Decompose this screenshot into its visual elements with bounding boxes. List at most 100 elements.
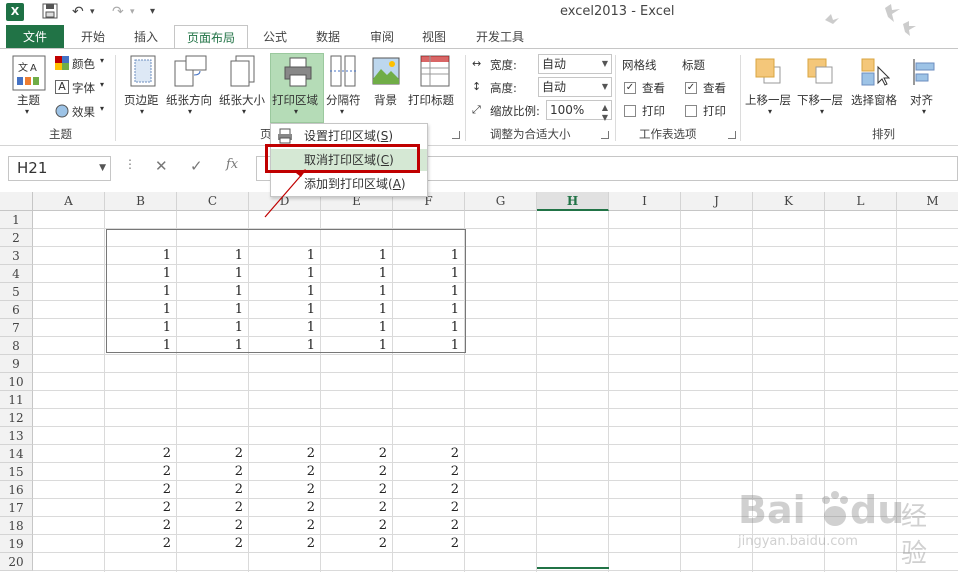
headings-view-checkbox[interactable]: ✓ bbox=[685, 82, 697, 94]
row-header-3[interactable]: 3 bbox=[0, 247, 33, 265]
selection-pane-button[interactable]: 选择窗格 bbox=[851, 92, 897, 108]
cell-f14[interactable]: 2 bbox=[393, 445, 465, 463]
row-header-7[interactable]: 7 bbox=[0, 319, 33, 337]
print-area-icon[interactable] bbox=[283, 57, 313, 87]
cell-c15[interactable]: 2 bbox=[177, 463, 249, 481]
column-header-b[interactable]: B bbox=[105, 192, 177, 211]
selection-pane-icon[interactable] bbox=[860, 57, 890, 87]
background-icon[interactable] bbox=[372, 57, 400, 85]
gridlines-print-checkbox[interactable] bbox=[624, 105, 636, 117]
scale-spinner[interactable]: 100% ▲ ▼ bbox=[546, 100, 612, 122]
background-button[interactable]: 背景 bbox=[374, 92, 397, 108]
save-icon[interactable] bbox=[42, 3, 58, 21]
tab-developer[interactable]: 开发工具 bbox=[464, 25, 536, 49]
breaks-icon[interactable] bbox=[330, 55, 356, 87]
orientation-dropdown-icon[interactable]: ▾ bbox=[188, 107, 192, 116]
column-header-m[interactable]: M bbox=[897, 192, 958, 211]
cell-f19[interactable]: 2 bbox=[393, 535, 465, 553]
size-dropdown-icon[interactable]: ▾ bbox=[242, 107, 246, 116]
cell-c17[interactable]: 2 bbox=[177, 499, 249, 517]
row-header-19[interactable]: 19 bbox=[0, 535, 33, 553]
select-all-corner[interactable] bbox=[0, 192, 33, 211]
fonts-icon[interactable]: A bbox=[55, 80, 69, 94]
size-button[interactable]: 纸张大小 bbox=[219, 92, 265, 108]
cell-e18[interactable]: 2 bbox=[321, 517, 393, 535]
row-header-16[interactable]: 16 bbox=[0, 481, 33, 499]
colors-icon[interactable] bbox=[55, 56, 69, 70]
headings-print-checkbox[interactable] bbox=[685, 105, 697, 117]
cell-d19[interactable]: 2 bbox=[249, 535, 321, 553]
cell-d18[interactable]: 2 bbox=[249, 517, 321, 535]
row-header-10[interactable]: 10 bbox=[0, 373, 33, 391]
themes-dropdown-icon[interactable]: ▾ bbox=[25, 107, 29, 116]
column-header-l[interactable]: L bbox=[825, 192, 897, 211]
tab-data[interactable]: 数据 bbox=[304, 25, 352, 49]
scale-launcher-icon[interactable] bbox=[601, 131, 609, 139]
bring-forward-icon[interactable] bbox=[754, 57, 782, 87]
row-header-11[interactable]: 11 bbox=[0, 391, 33, 409]
cell-b17[interactable]: 2 bbox=[105, 499, 177, 517]
row-header-12[interactable]: 12 bbox=[0, 409, 33, 427]
align-dropdown-icon[interactable]: ▾ bbox=[922, 107, 926, 116]
cell-b15[interactable]: 2 bbox=[105, 463, 177, 481]
row-header-4[interactable]: 4 bbox=[0, 265, 33, 283]
cell-b14[interactable]: 2 bbox=[105, 445, 177, 463]
send-backward-button[interactable]: 下移一层 bbox=[797, 92, 843, 108]
cell-c19[interactable]: 2 bbox=[177, 535, 249, 553]
margins-icon[interactable] bbox=[130, 55, 156, 87]
cell-b19[interactable]: 2 bbox=[105, 535, 177, 553]
gridlines-view-checkbox[interactable]: ✓ bbox=[624, 82, 636, 94]
print-area-button[interactable]: 打印区域 bbox=[272, 92, 318, 108]
tab-file[interactable]: 文件 bbox=[6, 25, 64, 49]
align-button[interactable]: 对齐 bbox=[910, 92, 933, 108]
size-icon[interactable] bbox=[230, 55, 256, 87]
orientation-icon[interactable] bbox=[174, 55, 208, 87]
cell-c16[interactable]: 2 bbox=[177, 481, 249, 499]
row-header-8[interactable]: 8 bbox=[0, 337, 33, 355]
row-header-9[interactable]: 9 bbox=[0, 355, 33, 373]
send-backward-icon[interactable] bbox=[806, 57, 834, 87]
row-header-2[interactable]: 2 bbox=[0, 229, 33, 247]
column-header-h[interactable]: H bbox=[537, 192, 609, 211]
cell-e16[interactable]: 2 bbox=[321, 481, 393, 499]
cell-d17[interactable]: 2 bbox=[249, 499, 321, 517]
cell-f17[interactable]: 2 bbox=[393, 499, 465, 517]
send-backward-dropdown-icon[interactable]: ▾ bbox=[820, 107, 824, 116]
sheet-options-launcher-icon[interactable] bbox=[728, 131, 736, 139]
bring-forward-button[interactable]: 上移一层 bbox=[745, 92, 791, 108]
breaks-button[interactable]: 分隔符 bbox=[326, 92, 361, 108]
row-header-14[interactable]: 14 bbox=[0, 445, 33, 463]
print-titles-icon[interactable] bbox=[420, 55, 450, 87]
cell-e19[interactable]: 2 bbox=[321, 535, 393, 553]
effects-button[interactable]: 效果 bbox=[72, 104, 95, 120]
enter-icon[interactable]: ✓ bbox=[190, 157, 203, 175]
colors-dropdown-icon[interactable]: ▾ bbox=[100, 56, 104, 65]
align-icon[interactable] bbox=[912, 57, 940, 87]
tab-insert[interactable]: 插入 bbox=[122, 25, 170, 49]
cell-d14[interactable]: 2 bbox=[249, 445, 321, 463]
themes-icon[interactable]: 文A bbox=[12, 55, 46, 91]
cell-b18[interactable]: 2 bbox=[105, 517, 177, 535]
margins-dropdown-icon[interactable]: ▾ bbox=[140, 107, 144, 116]
column-header-a[interactable]: A bbox=[33, 192, 105, 211]
colors-button[interactable]: 颜色 bbox=[72, 56, 95, 72]
column-header-j[interactable]: J bbox=[681, 192, 753, 211]
effects-icon[interactable] bbox=[55, 104, 69, 118]
tab-home[interactable]: 开始 bbox=[70, 25, 116, 49]
themes-button[interactable]: 主题 bbox=[17, 92, 40, 108]
cell-e17[interactable]: 2 bbox=[321, 499, 393, 517]
spin-down-icon[interactable]: ▼ bbox=[602, 109, 608, 127]
row-header-5[interactable]: 5 bbox=[0, 283, 33, 301]
bring-forward-dropdown-icon[interactable]: ▾ bbox=[768, 107, 772, 116]
row-header-17[interactable]: 17 bbox=[0, 499, 33, 517]
undo-dropdown-icon[interactable]: ▾ bbox=[90, 3, 95, 21]
fonts-button[interactable]: 字体 bbox=[72, 80, 95, 96]
print-titles-button[interactable]: 打印标题 bbox=[408, 92, 454, 108]
cell-e15[interactable]: 2 bbox=[321, 463, 393, 481]
fonts-dropdown-icon[interactable]: ▾ bbox=[100, 80, 104, 89]
tab-page-layout[interactable]: 页面布局 bbox=[174, 25, 248, 50]
margins-button[interactable]: 页边距 bbox=[124, 92, 159, 108]
cell-f18[interactable]: 2 bbox=[393, 517, 465, 535]
tab-review[interactable]: 审阅 bbox=[358, 25, 406, 49]
customize-qat-icon[interactable]: ▾ bbox=[150, 3, 155, 21]
